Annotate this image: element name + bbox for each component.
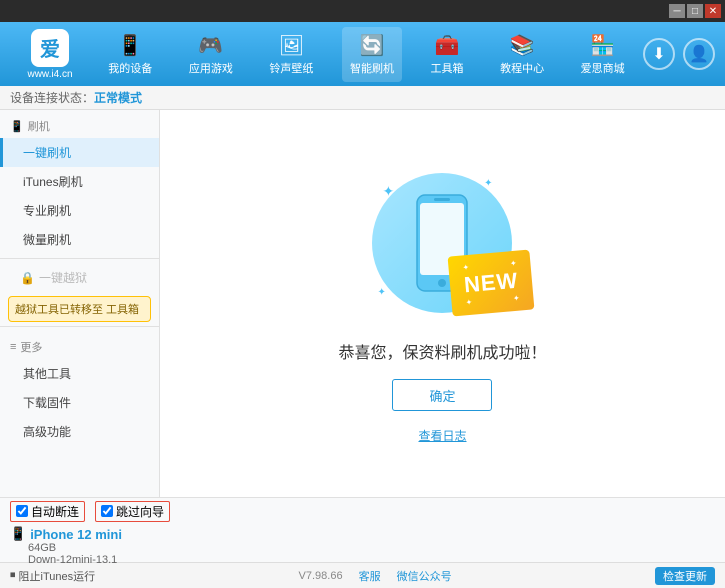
auto-disconnect-checkbox-label[interactable]: 自动断连 [10, 501, 85, 522]
footer-center: V7.98.66 客服 微信公众号 [299, 568, 452, 584]
version-text: V7.98.66 [299, 570, 343, 582]
logo-icon: 爱 [31, 29, 69, 67]
success-message: 恭喜您，保资料刷机成功啦！ [338, 339, 546, 363]
checkbox-row: 自动断连 跳过向导 [0, 498, 725, 524]
minimize-button[interactable]: ─ [669, 4, 685, 18]
user-button[interactable]: 👤 [683, 38, 715, 70]
sparkle-bl: ✦ [377, 287, 385, 298]
more-section-icon: ≡ [10, 341, 16, 353]
skip-guide-checkbox-label[interactable]: 跳过向导 [95, 501, 170, 522]
sidebar-item-jailbreak-locked: 🔒 一键越狱 [0, 263, 159, 292]
nav-label-tutorials: 教程中心 [500, 60, 544, 76]
sidebar-section-flash-label: 刷机 [28, 118, 50, 134]
main-layout: 📱 刷机 一键刷机 iTunes刷机 专业刷机 微量刷机 🔒 一键越狱 越狱工具… [0, 110, 725, 497]
wallpaper-icon: 🖼 [279, 33, 304, 58]
nav-label-wallpaper: 铃声壁纸 [269, 60, 313, 76]
skip-guide-checkbox[interactable] [101, 505, 113, 517]
footer-right: 检查更新 [655, 567, 715, 585]
sidebar-section-more: ≡ 更多 [0, 331, 159, 359]
titlebar: ─ □ ✕ [0, 0, 725, 22]
status-label: 设备连接状态： [10, 89, 94, 106]
nav-item-tutorials[interactable]: 📚 教程中心 [492, 27, 552, 82]
content-area: ✦ ✦ ✦ ✦✦ NEW [160, 110, 725, 497]
device-icon: 📱 [118, 33, 143, 58]
status-bar: 设备连接状态： 正常模式 [0, 86, 725, 110]
device-section: 📱 iPhone 12 mini 64GB Down-12mini-13.1 [0, 524, 725, 568]
success-illustration: ✦ ✦ ✦ ✦✦ NEW [338, 163, 546, 444]
sidebar-item-one-click-flash[interactable]: 一键刷机 [0, 138, 159, 167]
nav-item-apps[interactable]: 🎮 应用游戏 [181, 27, 241, 82]
sidebar-note-jailbreak: 越狱工具已转移至 工具箱 [8, 296, 151, 322]
auto-disconnect-checkbox[interactable] [16, 505, 28, 517]
nav-item-tools[interactable]: 🧰 工具箱 [423, 27, 472, 82]
nav-label-apps: 应用游戏 [189, 60, 233, 76]
download-button[interactable]: ⬇ [643, 38, 675, 70]
maximize-button[interactable]: □ [687, 4, 703, 18]
apps-icon: 🎮 [198, 33, 223, 58]
new-badge: ✦✦ NEW ✦✦ [448, 250, 535, 317]
flash-section-icon: 📱 [10, 120, 24, 133]
confirm-button[interactable]: 确定 [392, 379, 492, 411]
nav-item-wallpaper[interactable]: 🖼 铃声壁纸 [261, 27, 321, 82]
sparkle-tr: ✦ [484, 178, 492, 189]
sidebar-divider-1 [0, 258, 159, 259]
service-link[interactable]: 客服 [359, 568, 381, 584]
check-update-button[interactable]: 检查更新 [655, 567, 715, 585]
footer-left: ⏹ 阻止iTunes运行 [10, 568, 95, 584]
lock-icon: 🔒 [20, 271, 35, 285]
device-phone-icon: 📱 [10, 526, 26, 542]
sparkle-tl: ✦ [382, 183, 394, 200]
sidebar-section-flash: 📱 刷机 [0, 110, 159, 138]
nav-right: ⬇ 👤 [643, 38, 715, 70]
nav-label-tools: 工具箱 [431, 60, 464, 76]
nav-label-my-device: 我的设备 [108, 60, 152, 76]
navbar: 爱 www.i4.cn 📱 我的设备 🎮 应用游戏 🖼 铃声壁纸 🔄 智能刷机 … [0, 22, 725, 86]
smart-flash-icon: 🔄 [360, 33, 385, 58]
goto-log-link[interactable]: 查看日志 [418, 427, 466, 444]
sidebar-item-micro-flash[interactable]: 微量刷机 [0, 225, 159, 254]
new-badge-text: NEW [463, 268, 519, 299]
close-button[interactable]: ✕ [705, 4, 721, 18]
sidebar-item-other-tools[interactable]: 其他工具 [0, 359, 159, 388]
sidebar-item-pro-flash[interactable]: 专业刷机 [0, 196, 159, 225]
nav-item-smart-flash[interactable]: 🔄 智能刷机 [342, 27, 402, 82]
store-icon: 🏪 [590, 33, 615, 58]
sidebar-divider-2 [0, 326, 159, 327]
sidebar-item-download-fw[interactable]: 下载固件 [0, 388, 159, 417]
tools-icon: 🧰 [435, 33, 460, 58]
device-name: 📱 iPhone 12 mini [10, 526, 715, 542]
nav-label-smart-flash: 智能刷机 [350, 60, 394, 76]
bottom-device-area: 自动断连 跳过向导 📱 iPhone 12 mini 64GB Down-12m… [0, 497, 725, 562]
wechat-link[interactable]: 微信公众号 [397, 568, 452, 584]
stop-icon: ⏹ [10, 569, 16, 582]
sidebar: 📱 刷机 一键刷机 iTunes刷机 专业刷机 微量刷机 🔒 一键越狱 越狱工具… [0, 110, 160, 497]
status-value: 正常模式 [94, 89, 142, 106]
sidebar-item-itunes-flash[interactable]: iTunes刷机 [0, 167, 159, 196]
nav-label-store: 爱思商城 [581, 60, 625, 76]
nav-items: 📱 我的设备 🎮 应用游戏 🖼 铃声壁纸 🔄 智能刷机 🧰 工具箱 📚 教程中心… [90, 27, 643, 82]
stop-itunes-button[interactable]: ⏹ 阻止iTunes运行 [10, 568, 95, 584]
logo: 爱 www.i4.cn [10, 29, 90, 80]
device-version: Down-12mini-13.1 [10, 554, 715, 566]
nav-item-store[interactable]: 🏪 爱思商城 [573, 27, 633, 82]
tutorials-icon: 📚 [510, 33, 535, 58]
nav-item-my-device[interactable]: 📱 我的设备 [100, 27, 160, 82]
logo-text: www.i4.cn [27, 69, 72, 80]
phone-badge-wrapper: ✦ ✦ ✦ ✦✦ NEW [352, 163, 532, 323]
device-storage: 64GB [10, 542, 715, 554]
sidebar-item-advanced[interactable]: 高级功能 [0, 417, 159, 446]
